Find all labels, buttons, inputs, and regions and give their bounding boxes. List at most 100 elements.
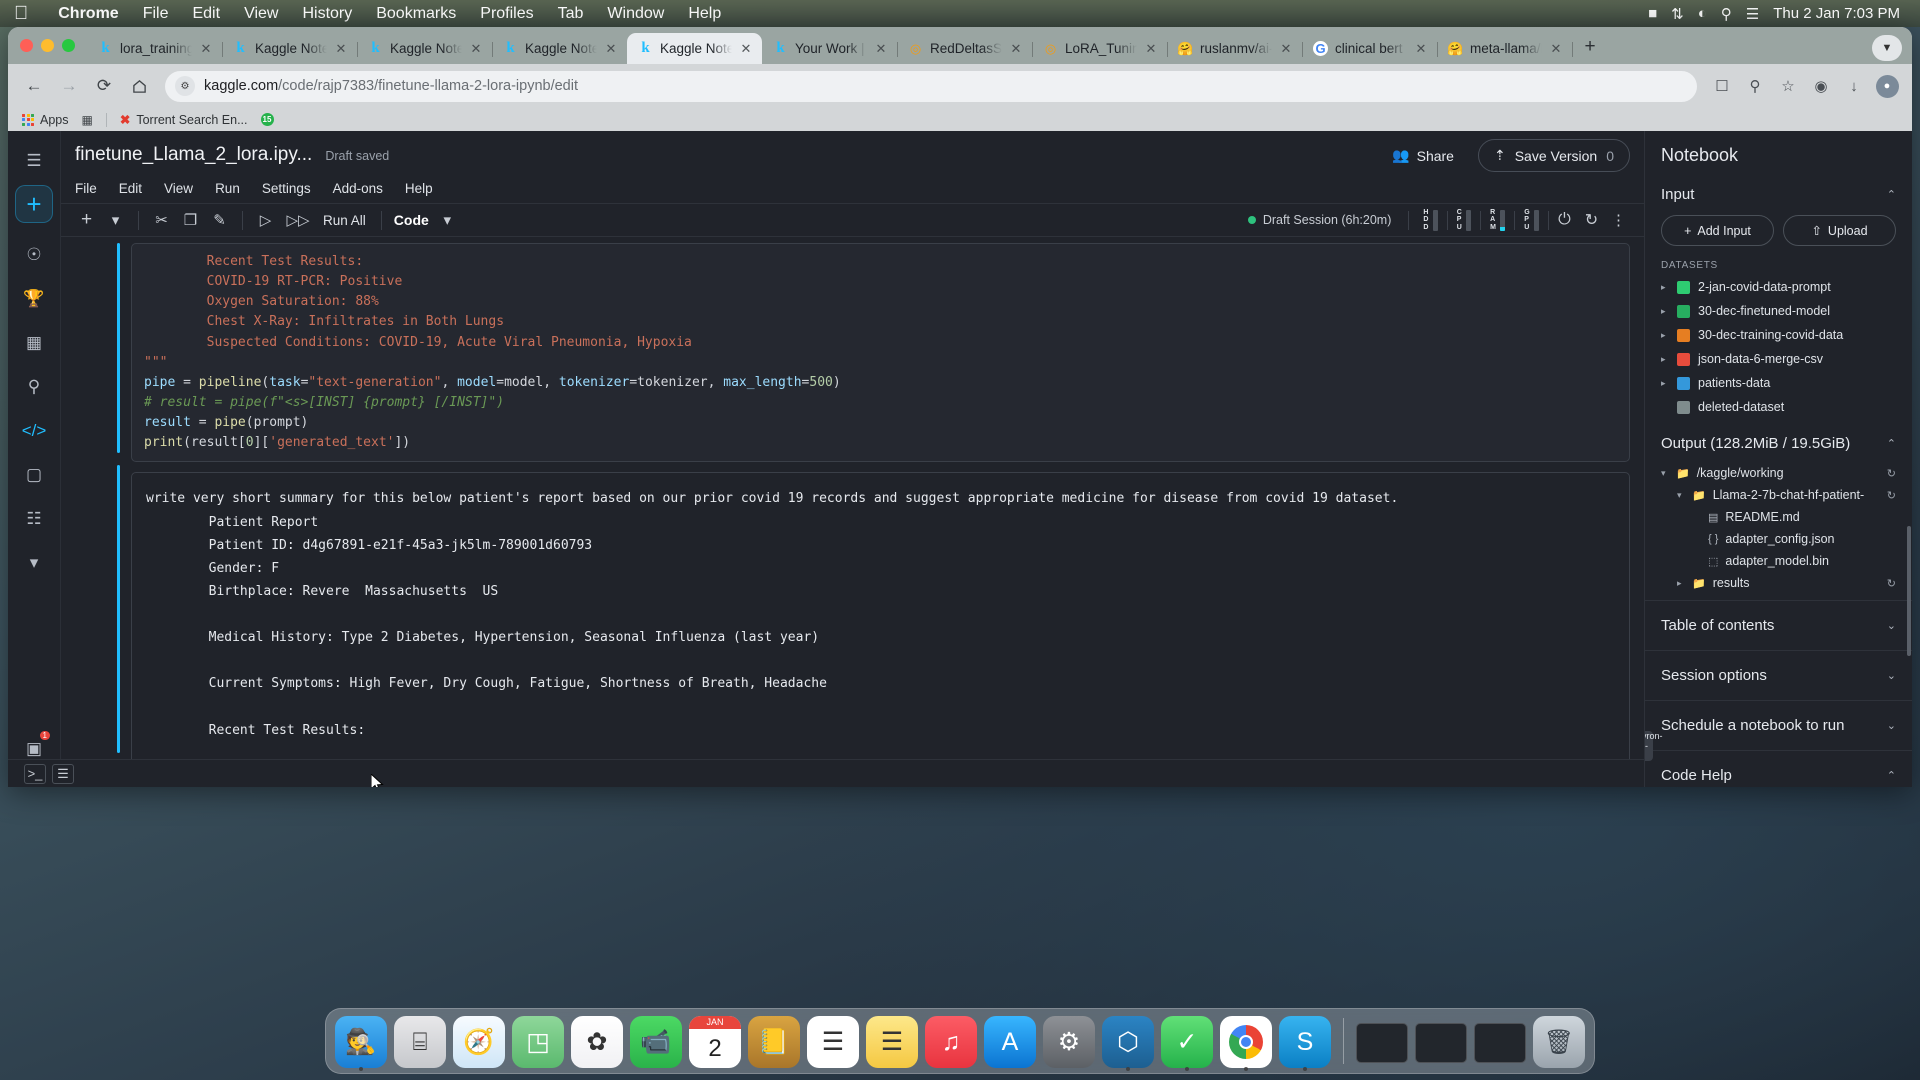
bookmark-apps[interactable]: Apps xyxy=(22,113,69,127)
schedule-chevron-icon[interactable]: ⌄ xyxy=(1887,719,1896,732)
nb-menu-settings[interactable]: Settings xyxy=(262,181,311,196)
resource-meter-ram[interactable]: RAM xyxy=(1490,209,1505,231)
site-settings-icon[interactable]: ⚙ xyxy=(175,76,195,96)
control-center-icon[interactable]: ☰ xyxy=(1746,5,1759,23)
learn-icon[interactable]: ☷ xyxy=(14,499,54,539)
kebab-menu-icon[interactable]: ⋮ xyxy=(1605,207,1632,233)
browser-tab-9[interactable]: Gclinical bert - G✕ xyxy=(1302,33,1437,64)
tab-close-button[interactable]: ✕ xyxy=(469,41,483,57)
battery-icon[interactable]: ■ xyxy=(1648,5,1657,22)
cut-cell-button[interactable]: ✂ xyxy=(148,207,175,233)
search-icon[interactable]: ⚲ xyxy=(1721,5,1732,23)
menubar-item-chrome[interactable]: Chrome xyxy=(46,5,130,23)
maximize-window-button[interactable] xyxy=(62,39,75,52)
skype-icon[interactable]: S xyxy=(1279,1016,1331,1068)
resource-meter-cpu[interactable]: CPU xyxy=(1457,209,1471,231)
apple-menu-icon[interactable]:  xyxy=(14,4,28,23)
new-tab-button[interactable]: + xyxy=(1576,33,1604,61)
chevron-right-icon[interactable]: ▸ xyxy=(1661,330,1669,341)
chevron-right-icon[interactable]: ▸ xyxy=(1661,354,1669,365)
menubar-item-history[interactable]: History xyxy=(290,5,364,23)
session-status[interactable]: Draft Session (6h:20m) xyxy=(1248,213,1392,227)
forward-button[interactable]: → xyxy=(53,70,85,102)
sidebar-section-session-options[interactable]: Session options ⌄ xyxy=(1645,657,1912,694)
cell-type-caret-icon[interactable]: ▾ xyxy=(434,207,461,233)
tab-close-button[interactable]: ✕ xyxy=(1144,41,1158,57)
browser-tab-7[interactable]: ◎LoRA_Tuning_✕ xyxy=(1032,33,1167,64)
chevron-down-icon[interactable]: ▾ xyxy=(14,543,54,583)
music-icon[interactable]: ♫ xyxy=(925,1016,977,1068)
nb-menu-file[interactable]: File xyxy=(75,181,97,196)
code-icon[interactable]: </> xyxy=(14,411,54,451)
chevron-right-icon[interactable]: ▸ xyxy=(1661,306,1669,317)
calendar-icon[interactable]: JAN2 xyxy=(689,1016,741,1068)
browser-tab-2[interactable]: kKaggle Notebo✕ xyxy=(357,33,492,64)
paste-cell-button[interactable]: ✎ xyxy=(206,207,233,233)
back-button[interactable]: ← xyxy=(18,70,50,102)
browser-tab-1[interactable]: kKaggle Notebo✕ xyxy=(222,33,357,64)
session-options-chevron-icon[interactable]: ⌄ xyxy=(1887,669,1896,682)
sidebar-section-toc[interactable]: Table of contents ⌄ xyxy=(1645,607,1912,644)
menubar-item-help[interactable]: Help xyxy=(676,5,733,23)
notebook-title[interactable]: finetune_Llama_2_lora.ipy... xyxy=(75,144,312,166)
maps-icon[interactable]: ◳ xyxy=(512,1016,564,1068)
toc-chevron-icon[interactable]: ⌄ xyxy=(1887,619,1896,632)
add-input-button[interactable]: + Add Input xyxy=(1661,215,1774,246)
create-new-button[interactable]: + xyxy=(15,185,53,223)
run-all-button[interactable]: Run All xyxy=(317,213,372,228)
browser-tab-4[interactable]: kKaggle Notebo✕ xyxy=(627,33,762,64)
wifi-icon[interactable]: ◐ xyxy=(1698,5,1707,22)
dataset-item-3[interactable]: ▸json-data-6-merge-csv xyxy=(1645,347,1912,371)
bluetooth-icon[interactable]: ⇅ xyxy=(1671,5,1684,23)
trophy-competitions-icon[interactable]: 🏆 xyxy=(14,279,54,319)
browser-tab-8[interactable]: 🤗ruslanmv/ai-me✕ xyxy=(1167,33,1302,64)
menubar-item-profiles[interactable]: Profiles xyxy=(468,5,545,23)
run-all-icon[interactable]: ▷▷ xyxy=(281,207,315,233)
notebook-body[interactable]: Recent Test Results: COVID-19 RT-PCR: Po… xyxy=(61,237,1644,787)
downloads-icon[interactable]: ↓ xyxy=(1839,71,1869,101)
tab-search-icon[interactable]: ▼ xyxy=(1872,35,1902,61)
chevron-right-icon[interactable]: ▸ xyxy=(1661,378,1669,389)
whatsapp-icon[interactable]: ✓ xyxy=(1161,1016,1213,1068)
bookmark-star-icon[interactable]: ☆ xyxy=(1773,71,1803,101)
trash-icon[interactable]: 🗑 xyxy=(1533,1016,1585,1068)
code-help-chevron-icon[interactable]: ⌃ xyxy=(1887,769,1896,782)
output-tree-item-2[interactable]: ▤README.md xyxy=(1645,506,1912,528)
launchpad-icon[interactable]: ⌸ xyxy=(394,1016,446,1068)
bookmark-reading-list[interactable]: ▦ xyxy=(82,113,93,127)
restart-icon[interactable]: ↻ xyxy=(1578,207,1605,233)
address-bar[interactable]: ⚙ kaggle.com/code/rajp7383/finetune-llam… xyxy=(165,71,1697,102)
table-datasets-icon[interactable]: ▦ xyxy=(14,323,54,363)
safari-icon[interactable]: 🧭 xyxy=(453,1016,505,1068)
tab-close-button[interactable]: ✕ xyxy=(1549,41,1563,57)
profile-avatar[interactable]: ● xyxy=(1872,71,1902,101)
tab-close-button[interactable]: ✕ xyxy=(604,41,618,57)
dataset-item-2[interactable]: ▸30-dec-training-covid-data xyxy=(1645,323,1912,347)
chrome-icon[interactable] xyxy=(1220,1016,1272,1068)
browser-tab-6[interactable]: ◎RedDeltasSDF✕ xyxy=(897,33,1032,64)
menubar-item-tab[interactable]: Tab xyxy=(546,5,596,23)
tab-close-button[interactable]: ✕ xyxy=(334,41,348,57)
resource-meter-gpu[interactable]: GPU xyxy=(1524,209,1539,231)
minimized-window-2[interactable] xyxy=(1415,1023,1467,1063)
sidebar-section-input[interactable]: Input ⌃ xyxy=(1645,176,1912,213)
output-tree-item-0[interactable]: ▾📁/kaggle/working↻ xyxy=(1645,462,1912,484)
menubar-item-view[interactable]: View xyxy=(232,5,290,23)
tab-close-button[interactable]: ✕ xyxy=(739,41,753,57)
tab-close-button[interactable]: ✕ xyxy=(1414,41,1428,57)
output-cell[interactable]: write very short summary for this below … xyxy=(131,472,1630,787)
sidebar-section-schedule[interactable]: Schedule a notebook to run ⌄ xyxy=(1645,707,1912,744)
contacts-icon[interactable]: 📒 xyxy=(748,1016,800,1068)
browser-tab-5[interactable]: kYour Work | Ka✕ xyxy=(762,33,897,64)
menubar-item-window[interactable]: Window xyxy=(595,5,676,23)
close-window-button[interactable] xyxy=(20,39,33,52)
nb-menu-addons[interactable]: Add-ons xyxy=(333,181,383,196)
dataset-item-1[interactable]: ▸30-dec-finetuned-model xyxy=(1645,299,1912,323)
refresh-icon[interactable]: ↻ xyxy=(1887,489,1896,502)
log-icon[interactable]: ☰ xyxy=(52,764,74,784)
nb-menu-help[interactable]: Help xyxy=(405,181,433,196)
run-cell-button[interactable]: ▷ xyxy=(252,207,279,233)
reload-button[interactable]: ⟳ xyxy=(88,70,120,102)
menubar-item-edit[interactable]: Edit xyxy=(180,5,232,23)
menubar-item-bookmarks[interactable]: Bookmarks xyxy=(364,5,468,23)
